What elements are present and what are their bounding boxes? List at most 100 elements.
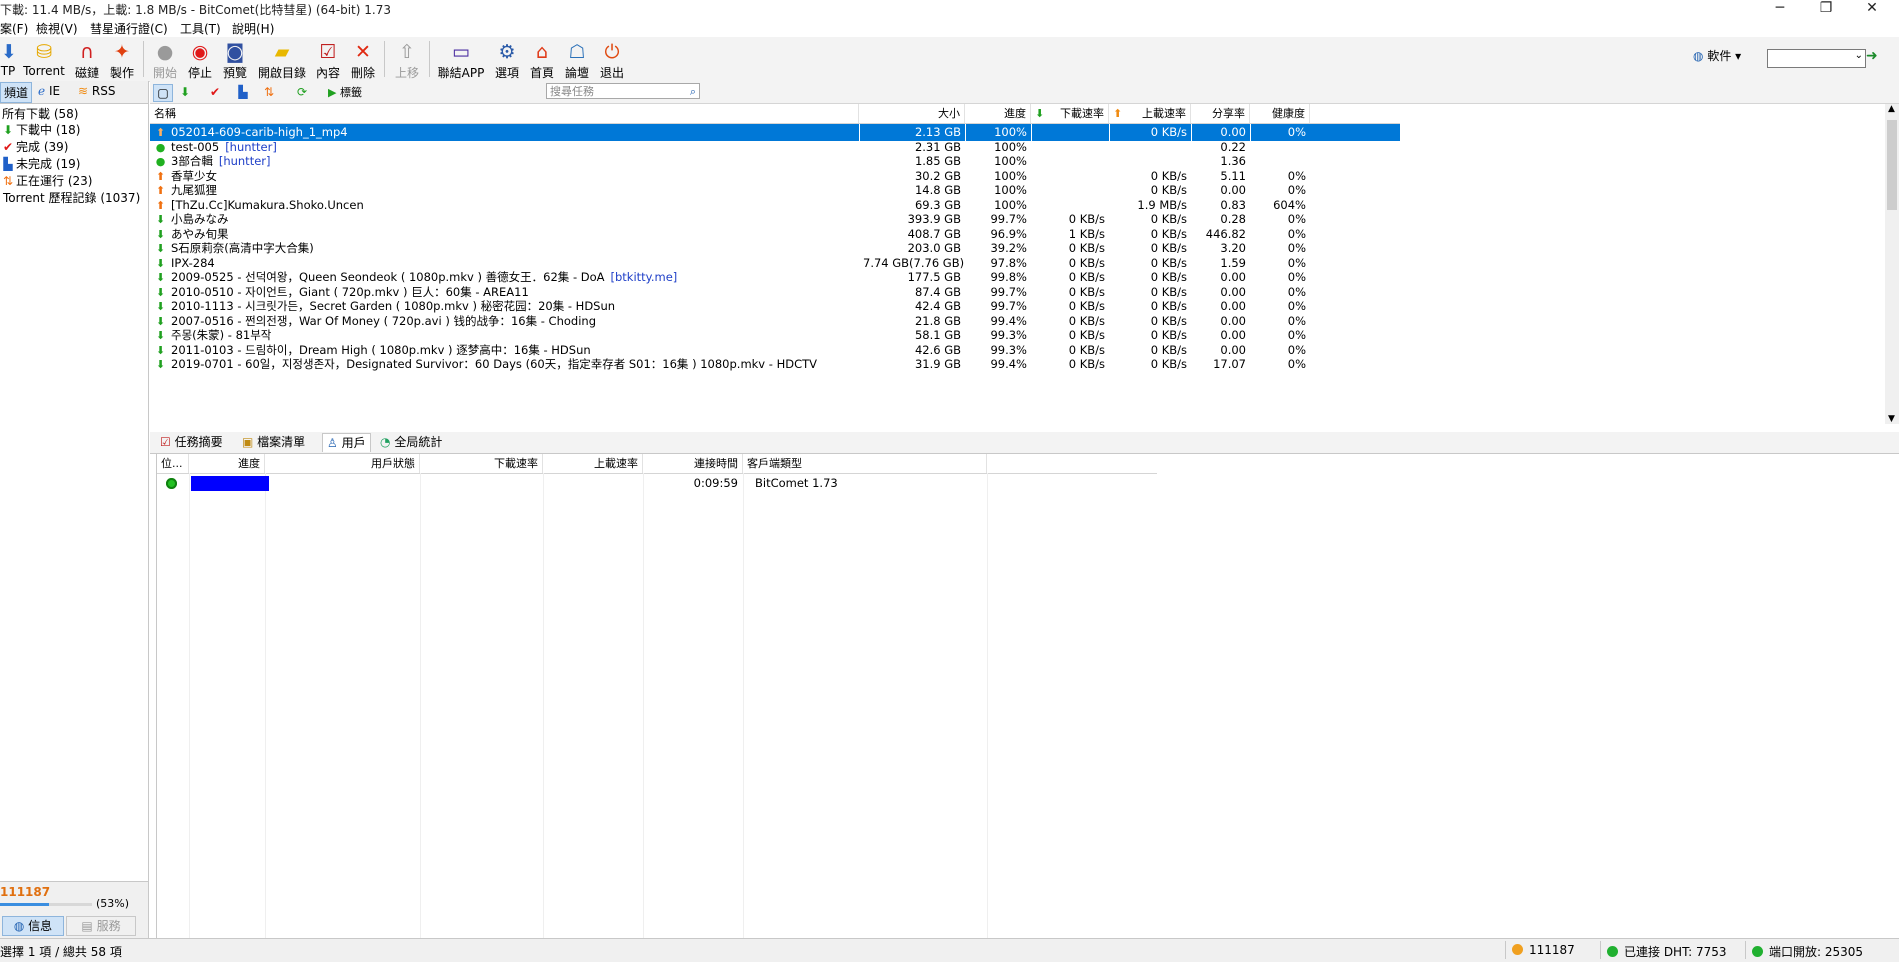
move-up-button[interactable]: ⇧ 上移: [390, 39, 424, 80]
menu-bar: 案(F) 檢視(V) 彗星通行證(C) 工具(T) 說明(H): [0, 18, 1899, 37]
scroll-down-icon[interactable]: ▼: [1888, 414, 1895, 424]
make-torrent-button[interactable]: ✦ 製作: [105, 39, 139, 80]
task-list-header: 名稱 大小 進度 ⬇ 下載速率 ⬆ 上載速率 分享率 健康度: [150, 104, 1400, 124]
upload-arrow-icon: ⬆: [1113, 107, 1123, 120]
column-share-ratio[interactable]: 分享率: [1191, 104, 1250, 123]
column-client-type[interactable]: 客戶端類型: [743, 454, 987, 473]
user-status[interactable]: 111187: [1512, 943, 1575, 957]
options-button[interactable]: ⚙ 選項: [490, 39, 524, 80]
tag-filter-button[interactable]: ▶ 標籤: [328, 84, 362, 100]
stop-icon: ◉: [191, 41, 209, 63]
peer-connection-time: 0:09:59: [693, 476, 738, 490]
home-button[interactable]: ⌂ 首頁: [525, 39, 559, 80]
column-download-rate[interactable]: ⬇ 下載速率: [1031, 104, 1109, 123]
task-search-input[interactable]: 搜尋任務 ⌕: [546, 83, 700, 99]
task-tag: [huntter]: [225, 139, 277, 154]
tab-task-summary[interactable]: ☑ 任務摘要: [156, 433, 227, 451]
properties-icon: ☑: [319, 41, 337, 63]
http-download-button[interactable]: ⬇ TP: [0, 39, 17, 79]
column-name[interactable]: 名稱: [150, 104, 859, 123]
tab-channels[interactable]: 頻道: [0, 82, 33, 103]
sidebar-item-running[interactable]: ⇅ 正在運行 (23): [0, 172, 92, 188]
preview-icon: ◙: [225, 41, 245, 63]
column-progress[interactable]: 進度: [965, 104, 1031, 123]
filter-incomplete-icon[interactable]: ▙: [234, 84, 252, 100]
tab-file-list[interactable]: ▣ 檔案清單: [238, 433, 309, 451]
globe-icon: ◍: [1693, 49, 1704, 63]
stop-button[interactable]: ◉ 停止: [183, 39, 217, 80]
filter-completed-icon[interactable]: ✔: [206, 84, 224, 100]
start-icon: ●: [156, 41, 174, 63]
filter-running-icon[interactable]: ⇅: [260, 84, 278, 100]
task-list: 名稱 大小 進度 ⬇ 下載速率 ⬆ 上載速率 分享率 健康度 ⬆ 052014-609…: [150, 104, 1885, 424]
torrent-icon: ⛁: [36, 41, 52, 63]
toolbar-search-input[interactable]: ⌄: [1767, 49, 1866, 68]
column-connection-time[interactable]: 連接時間: [643, 454, 743, 473]
user-id-label: 111187: [0, 885, 51, 899]
options-icon: ⚙: [498, 41, 516, 63]
column-peer-progress[interactable]: 進度: [189, 454, 265, 473]
port-status[interactable]: 端口開放: 25305: [1752, 943, 1863, 960]
check-icon: ✔: [2, 140, 14, 154]
open-folder-button[interactable]: ▰ 開啟目錄: [256, 39, 308, 80]
tab-peers[interactable]: ♙ 用戶: [322, 433, 371, 452]
tab-ie[interactable]: ℯ IE: [38, 84, 60, 98]
menu-file[interactable]: 案(F): [0, 20, 28, 37]
filter-all-icon[interactable]: ▢: [153, 84, 173, 102]
app-link-button[interactable]: ▭ 聯結APP: [434, 39, 488, 80]
tab-global-stats[interactable]: ◔ 全局統計: [376, 433, 446, 451]
tag-icon: ▶: [328, 86, 337, 99]
window-title: 下載: 11.4 MB/s，上載: 1.8 MB/s - BitComet(比特…: [0, 3, 391, 17]
service-icon: ▤: [81, 919, 93, 933]
minimize-button[interactable]: ─: [1757, 0, 1803, 18]
tab-service[interactable]: ▤ 服務: [66, 916, 136, 936]
delete-button[interactable]: ✕ 刪除: [346, 39, 380, 80]
tab-info[interactable]: ◍ 信息: [2, 916, 64, 936]
menu-help[interactable]: 說明(H): [232, 20, 274, 37]
restore-button[interactable]: ❐: [1803, 0, 1849, 18]
go-icon[interactable]: ➜: [1866, 48, 1878, 64]
start-button[interactable]: ● 開始: [148, 39, 182, 80]
column-health[interactable]: 健康度: [1250, 104, 1310, 123]
menu-tools[interactable]: 工具(T): [180, 20, 221, 37]
properties-button[interactable]: ☑ 內容: [311, 39, 345, 80]
column-upload-rate[interactable]: ⬆ 上載速率: [1109, 104, 1191, 123]
rss-icon: ≋: [78, 84, 89, 98]
peer-client: BitComet 1.73: [755, 476, 838, 490]
app-link-icon: ▭: [452, 41, 470, 63]
task-row[interactable]: ⬇ 2019-0701 - 60일，지정생존자，Designated Surviv…: [150, 356, 1400, 373]
column-location[interactable]: 位...: [157, 454, 189, 473]
scroll-up-icon[interactable]: ▲: [1888, 104, 1895, 114]
refresh-icon[interactable]: ⟳: [293, 84, 311, 100]
magnet-button[interactable]: ∩ 磁鏈: [70, 39, 104, 80]
dht-status[interactable]: 已連接 DHT: 7753: [1607, 943, 1727, 960]
column-peer-upload[interactable]: 上載速率: [543, 454, 643, 473]
column-size[interactable]: 大小: [859, 104, 965, 123]
menu-comet-pass[interactable]: 彗星通行證(C): [90, 20, 168, 37]
exit-icon: ⏻: [604, 41, 620, 63]
selection-status: 選擇 1 項 / 總共 58 項: [0, 945, 122, 959]
filter-downloading-icon[interactable]: ⬇: [176, 84, 194, 100]
sidebar-item-torrent-history[interactable]: Torrent 歷程記錄 (1037): [3, 189, 140, 205]
task-down: 0 KB/s: [1068, 357, 1105, 371]
main-toolbar: ⬇ TP ⛁ Torrent ∩ 磁鏈 ✦ 製作 ● 開始 ◉ 停止 ◙ 預覽 ▰ 開啟目錄 ☑…: [0, 37, 1899, 82]
peer-list: 位... 進度 用戶狀態 下載速率 上載速率 連接時間 客戶端類型 0:09:5…: [156, 454, 1899, 938]
preview-button[interactable]: ◙ 預覽: [218, 39, 252, 80]
software-menu[interactable]: ◍ 軟件 ▾: [1693, 47, 1741, 64]
exit-button[interactable]: ⏻ 退出: [595, 39, 629, 80]
sidebar-item-downloading[interactable]: ⬇ 下載中 (18): [0, 121, 80, 137]
tab-rss[interactable]: ≋ RSS: [78, 84, 115, 98]
sidebar-item-all-downloads[interactable]: 所有下載 (58): [2, 105, 78, 121]
menu-view[interactable]: 檢視(V): [36, 20, 78, 37]
column-peer-download[interactable]: 下載速率: [420, 454, 543, 473]
peer-row[interactable]: 0:09:59 BitComet 1.73: [157, 475, 1057, 492]
sidebar-item-incomplete[interactable]: ▙ 未完成 (19): [0, 155, 80, 171]
close-window-button[interactable]: ✕: [1849, 0, 1895, 18]
sidebar-item-completed[interactable]: ✔ 完成 (39): [0, 138, 68, 154]
task-ratio: 17.07: [1213, 357, 1246, 371]
scrollbar-thumb[interactable]: [1887, 120, 1897, 210]
task-list-scrollbar[interactable]: ▲ ▼: [1885, 104, 1899, 424]
open-torrent-button[interactable]: ⛁ Torrent: [22, 39, 66, 79]
forum-button[interactable]: ☖ 論壇: [560, 39, 594, 80]
column-peer-state[interactable]: 用戶狀態: [265, 454, 420, 473]
